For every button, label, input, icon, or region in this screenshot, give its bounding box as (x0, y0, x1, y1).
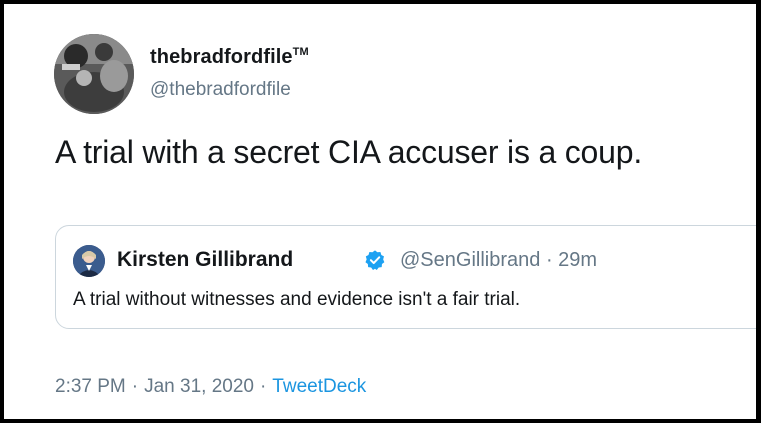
tweet-source-link[interactable]: TweetDeck (272, 376, 366, 397)
author-name-suffix: TM (292, 46, 309, 58)
quoted-tweet-text: A trial without witnesses and evidence i… (73, 289, 521, 310)
footer-separator: · (131, 376, 139, 397)
quoted-author-avatar[interactable] (73, 245, 105, 277)
tweet-text: A trial with a secret CIA accuser is a c… (55, 134, 643, 170)
quoted-tweet-card[interactable]: Kirsten Gillibrand @SenGillibrand · 29m … (55, 225, 756, 329)
quoted-author-avatar-image (73, 245, 105, 277)
quoted-author-handle[interactable]: @SenGillibrand (400, 249, 540, 271)
author-avatar-image (54, 34, 134, 114)
footer-separator-2: · (259, 376, 267, 397)
author-handle[interactable]: @thebradfordfile (150, 79, 291, 101)
tweet-date[interactable]: Jan 31, 2020 (144, 376, 254, 397)
verified-badge-icon (365, 250, 385, 270)
author-name-text: thebradfordfile (150, 46, 293, 68)
tweet-screenshot-frame: thebradfordfileTM @thebradfordfile A tri… (0, 0, 761, 423)
tweet-time[interactable]: 2:37 PM (55, 376, 126, 397)
quoted-timestamp[interactable]: 29m (558, 249, 597, 271)
author-display-name[interactable]: thebradfordfileTM (150, 46, 309, 69)
tweet-footer: 2:37 PM · Jan 31, 2020 · TweetDeck (55, 376, 366, 398)
quoted-author-name[interactable]: Kirsten Gillibrand (117, 248, 293, 272)
quoted-meta-separator: · (545, 249, 553, 271)
quoted-author-meta: @SenGillibrand · 29m (400, 249, 597, 272)
author-avatar[interactable] (54, 34, 134, 114)
